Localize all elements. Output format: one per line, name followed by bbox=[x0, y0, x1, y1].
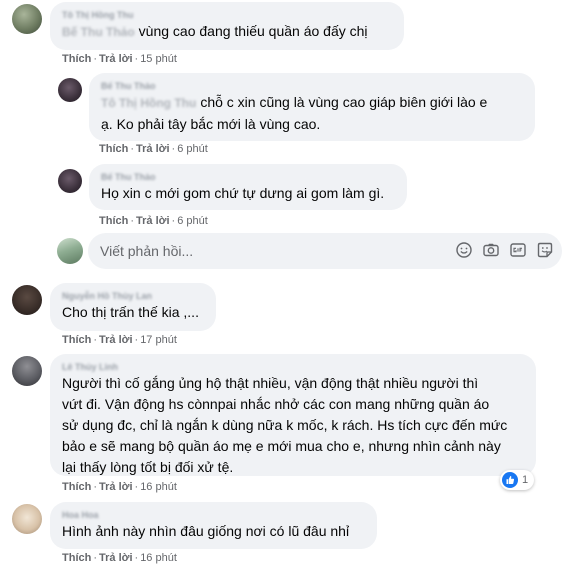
avatar[interactable] bbox=[58, 169, 82, 193]
reply-button[interactable]: Trả lời bbox=[136, 143, 170, 155]
comment-bubble: Hoa Hoa Hình ảnh này nhìn đâu giống nơi … bbox=[50, 502, 377, 549]
current-user-avatar bbox=[57, 238, 83, 264]
comment-actions: Thích · Trả lời · 16 phút bbox=[62, 552, 177, 564]
comment-text: chỗ c xin cũng là vùng cao giáp biên giớ… bbox=[200, 94, 488, 110]
comment-actions: Thích · Trả lời · 6 phút bbox=[99, 215, 208, 227]
comment-bubble: Nguyễn Hồ Thùy Lan Cho thị trấn thế kia … bbox=[50, 283, 216, 331]
comment-bubble: Tô Thị Hồng Thu Bế Thu Thảo vùng cao đang… bbox=[50, 2, 404, 50]
reply-button[interactable]: Trả lời bbox=[99, 552, 133, 564]
comment-actions: Thích · Trả lời · 6 phút bbox=[99, 143, 208, 155]
comment-bubble: Lê Thủy Linh Người thì cố gắng ủng hộ th… bbox=[50, 354, 536, 476]
timestamp[interactable]: 16 phút bbox=[140, 481, 177, 493]
reaction-summary[interactable]: 1 bbox=[500, 470, 535, 490]
timestamp[interactable]: 16 phút bbox=[140, 552, 177, 564]
comment-actions: Thích · Trả lời · 17 phút bbox=[62, 334, 177, 346]
reaction-count: 1 bbox=[522, 474, 529, 486]
comment-author[interactable]: Nguyễn Hồ Thùy Lan bbox=[62, 290, 204, 302]
comment-text: vùng cao đang thiếu quần áo đấy chị bbox=[138, 23, 368, 39]
comment-text-line: Người thì cố gắng ủng hộ thật nhiều, vận… bbox=[62, 375, 479, 391]
like-button[interactable]: Thích bbox=[62, 334, 91, 346]
emoji-icon[interactable] bbox=[455, 241, 473, 259]
avatar[interactable] bbox=[12, 504, 42, 534]
comment-bubble: Bế Thu Thảo Tô Thị Hồng Thu chỗ c xin cũn… bbox=[89, 73, 535, 141]
reply-button[interactable]: Trả lời bbox=[99, 53, 133, 65]
comment-text-line: bảo e sẽ mang bộ quần áo mẹ e mới mua ch… bbox=[62, 438, 501, 454]
avatar[interactable] bbox=[12, 285, 42, 315]
comment-actions: Thích · Trả lời · 16 phút bbox=[62, 481, 177, 493]
comment-author[interactable]: Bế Thu Thảo bbox=[101, 171, 395, 183]
comment-author[interactable]: Hoa Hoa bbox=[62, 509, 365, 521]
like-button[interactable]: Thích bbox=[62, 552, 91, 564]
mention-tag[interactable]: Bế Thu Thảo bbox=[62, 25, 135, 39]
avatar[interactable] bbox=[58, 78, 82, 102]
comment-author[interactable]: Bế Thu Thảo bbox=[101, 80, 523, 92]
avatar[interactable] bbox=[12, 356, 42, 386]
like-button[interactable]: Thích bbox=[62, 481, 91, 493]
like-reaction-icon bbox=[502, 472, 518, 488]
comment-text: Cho thị trấn thế kia ,... bbox=[62, 304, 199, 320]
comment-author[interactable]: Tô Thị Hồng Thu bbox=[62, 9, 392, 21]
comment-text: Họ xin c mới gom chứ tự dưng ai gom làm … bbox=[101, 185, 385, 201]
reply-button[interactable]: Trả lời bbox=[99, 481, 133, 493]
camera-icon[interactable] bbox=[482, 241, 500, 259]
comment-author[interactable]: Lê Thủy Linh bbox=[62, 361, 524, 373]
like-button[interactable]: Thích bbox=[62, 53, 91, 65]
timestamp[interactable]: 6 phút bbox=[177, 143, 208, 155]
mention-tag[interactable]: Tô Thị Hồng Thu bbox=[101, 96, 196, 110]
reply-button[interactable]: Trả lời bbox=[99, 334, 133, 346]
sticker-icon[interactable] bbox=[536, 241, 554, 259]
comment-bubble: Bế Thu Thảo Họ xin c mới gom chứ tự dưng… bbox=[89, 164, 407, 210]
reply-input[interactable]: Viết phản hồi... bbox=[88, 233, 562, 269]
comment-text: ạ. Ko phải tây bắc mới là vùng cao. bbox=[101, 116, 321, 132]
comment-text-line: sử dụng đc, chỉ là ngắn k dùng nữa k mốc… bbox=[62, 417, 508, 433]
comment-text: Hình ảnh này nhìn đâu giống nơi có lũ đâ… bbox=[62, 523, 350, 539]
timestamp[interactable]: 17 phút bbox=[140, 334, 177, 346]
reply-button[interactable]: Trả lời bbox=[136, 215, 170, 227]
timestamp[interactable]: 6 phút bbox=[177, 215, 208, 227]
gif-icon[interactable] bbox=[509, 241, 527, 259]
comment-text-line: lại thấy lòng tốt bị đối xử tệ. bbox=[62, 459, 234, 475]
avatar[interactable] bbox=[12, 4, 42, 34]
like-button[interactable]: Thích bbox=[99, 143, 128, 155]
reply-placeholder: Viết phản hồi... bbox=[100, 243, 194, 259]
like-button[interactable]: Thích bbox=[99, 215, 128, 227]
comment-actions: Thích · Trả lời · 15 phút bbox=[62, 53, 177, 65]
timestamp[interactable]: 15 phút bbox=[140, 53, 177, 65]
comment-text-line: vứt đi. Vận động hs cònnpai nhắc nhở các… bbox=[62, 396, 490, 412]
